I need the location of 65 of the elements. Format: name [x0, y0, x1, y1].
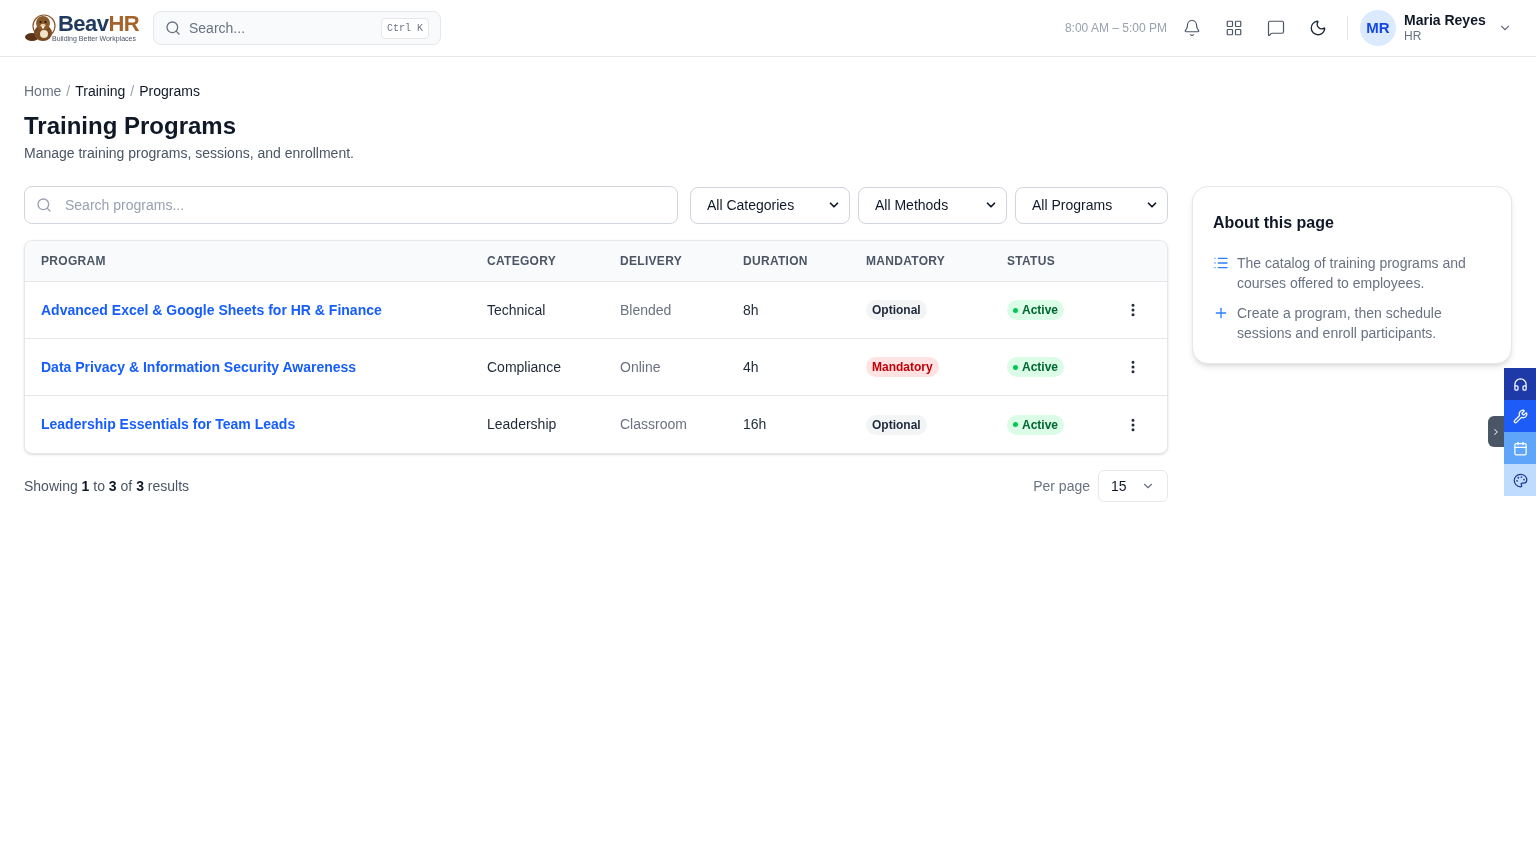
table-cell-text: Online	[620, 357, 661, 377]
status-badge: Active	[1007, 357, 1065, 377]
program-link[interactable]: Data Privacy & Information Security Awareness	[41, 356, 357, 378]
shift-hours: 8:00 AM – 5:00 PM	[1064, 20, 1167, 37]
bell-icon	[1183, 19, 1201, 37]
program-link[interactable]: Leadership Essentials for Team Leads	[41, 414, 296, 435]
breadcrumb-link[interactable]: Training	[75, 81, 126, 102]
about-text: The catalog of training programs and courses offered to employees.	[1237, 254, 1467, 293]
wrench-icon	[1512, 408, 1528, 424]
page-subtitle: Manage training programs, sessions, and enrollment.	[24, 144, 354, 163]
shortcut-key: Ctrl K	[381, 18, 429, 39]
grid-icon	[1225, 19, 1243, 37]
table-cell-text: 4h	[743, 357, 759, 377]
per-page-label: Per page	[1033, 476, 1090, 496]
table-cell-text: 8h	[743, 300, 759, 320]
filter-select[interactable]: All Categories	[690, 186, 850, 224]
message-icon	[1267, 19, 1285, 37]
moon-icon	[1309, 19, 1327, 37]
chevron-right-icon	[1491, 426, 1501, 437]
status-badge: Active	[1007, 300, 1065, 320]
column-header: PROGRAM	[41, 253, 106, 270]
status-badge: Active	[1007, 414, 1065, 435]
program-link[interactable]: Advanced Excel & Google Sheets for HR & Finance	[41, 299, 382, 321]
column-header: STATUS	[1007, 253, 1056, 270]
mandatory-badge: Optional	[866, 414, 927, 435]
headset-icon	[1512, 376, 1528, 392]
about-title: About this page	[1213, 213, 1334, 233]
page-title: Training Programs	[24, 111, 237, 141]
per-page-select[interactable]: 15	[1098, 470, 1168, 502]
table-cell-text: Compliance	[487, 357, 561, 377]
user-name: Maria Reyes	[1404, 11, 1486, 30]
breadcrumb-link[interactable]: Home	[24, 81, 62, 102]
calendar-icon	[1512, 440, 1528, 456]
support-button[interactable]	[1504, 368, 1536, 400]
list-icon	[1213, 255, 1229, 271]
toolbar-collapse-tab[interactable]	[1488, 416, 1504, 447]
column-header: DURATION	[743, 253, 808, 270]
mandatory-badge: Mandatory	[866, 357, 939, 377]
breadcrumb-separator: /	[130, 82, 135, 101]
search-icon	[165, 20, 181, 36]
results-summary: Showing 1 to 3 of 3 results	[24, 476, 190, 496]
filter-select[interactable]: All Programs	[1015, 186, 1168, 224]
theme-button[interactable]	[1504, 464, 1536, 496]
avatar: MR	[1360, 10, 1396, 46]
program-search-field[interactable]: Search programs...	[24, 186, 678, 224]
table-cell-text: Leadership	[487, 415, 557, 434]
breadcrumb-separator: /	[66, 82, 71, 101]
breadcrumb-link[interactable]: Programs	[139, 81, 200, 102]
column-header: DELIVERY	[620, 253, 682, 270]
brand-name: BeavHR	[58, 13, 140, 35]
table-cell-text: Blended	[620, 300, 672, 320]
table-cell-text: 16h	[743, 415, 767, 434]
palette-icon	[1512, 472, 1528, 488]
plus-icon	[1213, 305, 1229, 321]
user-menu[interactable]: MR Maria Reyes HR	[1360, 10, 1512, 46]
table-cell-text: Technical	[487, 300, 546, 320]
search-icon	[36, 197, 52, 213]
filter-select[interactable]: All Methods	[858, 186, 1007, 224]
table-cell-text: Classroom	[620, 415, 687, 434]
column-header: MANDATORY	[866, 253, 946, 270]
user-role: HR	[1404, 29, 1422, 45]
tools-button[interactable]	[1504, 400, 1536, 432]
mandatory-badge: Optional	[866, 300, 927, 320]
column-header: CATEGORY	[487, 253, 557, 270]
about-text: Create a program, then schedule sessions and enroll participants.	[1237, 304, 1443, 343]
